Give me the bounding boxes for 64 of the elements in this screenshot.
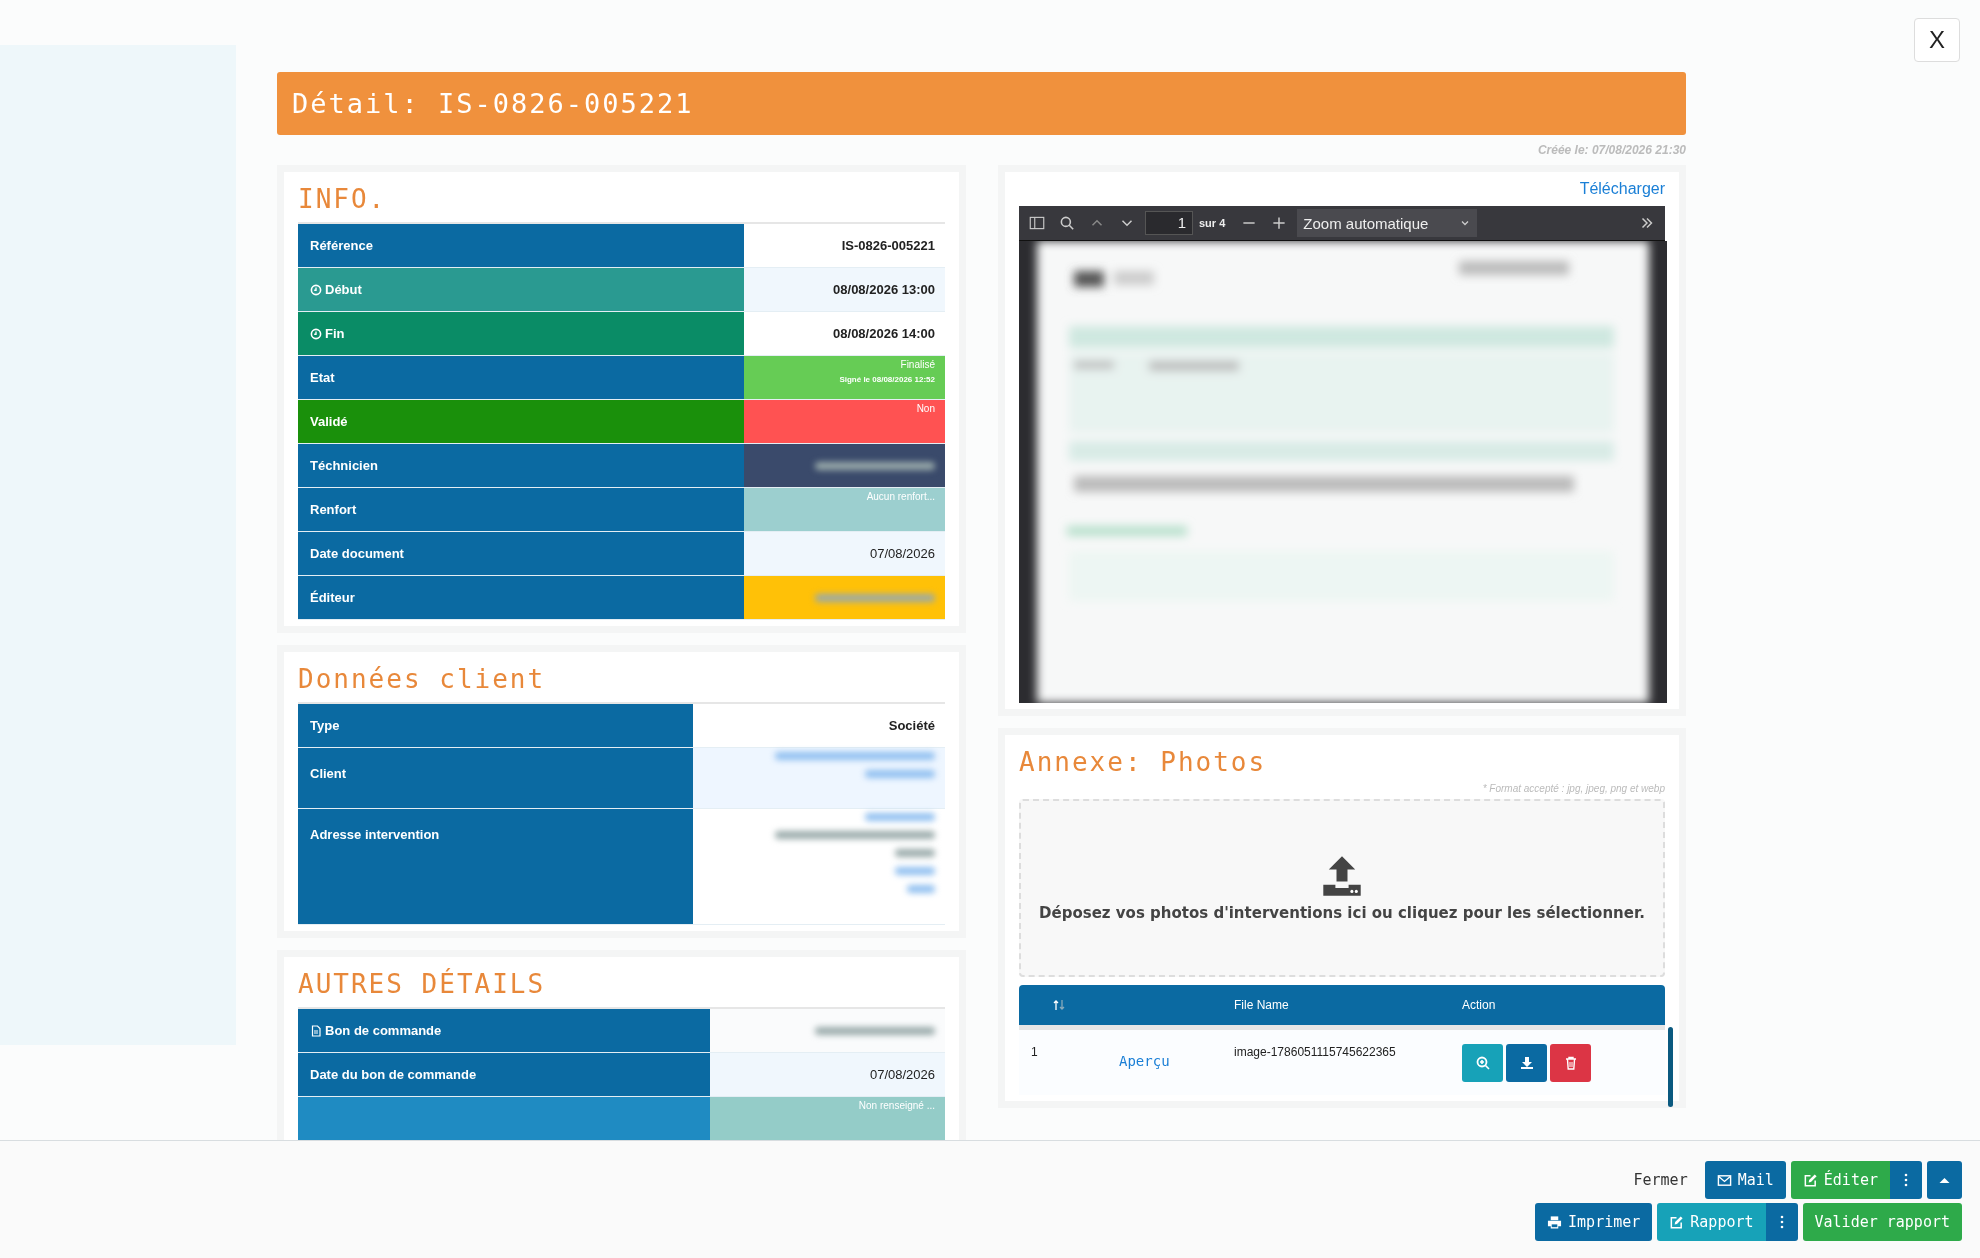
- collapse-button[interactable]: [1927, 1161, 1962, 1199]
- zoom-select[interactable]: Zoom automatique: [1297, 209, 1478, 237]
- value-cell-text: Société: [887, 717, 936, 735]
- kebab-icon: [1779, 1215, 1784, 1229]
- download-icon: [1518, 1055, 1535, 1071]
- drop-zone[interactable]: Déposez vos photos d'interventions ici ou cliquez pour les sélectionner.: [1019, 799, 1665, 977]
- label-text: Validé: [310, 414, 348, 429]
- upload-icon: [1320, 854, 1364, 898]
- value-cell: 07/08/2026: [710, 1053, 945, 1096]
- zoom-in-icon: [1474, 1055, 1491, 1071]
- edit-icon: [1802, 1172, 1818, 1188]
- label-text: Renfort: [310, 502, 357, 517]
- drop-instructions: Déposez vos photos d'interventions ici ou cliquez pour les sélectionner.: [1039, 904, 1645, 922]
- created-date: Créée le: 07/08/2026 21:30: [1537, 143, 1686, 157]
- modal-title: Détail: IS-0826-005221: [292, 88, 694, 119]
- close-button[interactable]: X: [1914, 18, 1960, 62]
- edit-icon: [1669, 1214, 1685, 1230]
- label-text: Bon de commande: [325, 1023, 442, 1038]
- label-text: Type: [310, 718, 340, 733]
- value-cell: Aucun renfort...: [744, 488, 945, 531]
- file-name: image-1786051115745622365: [1234, 1045, 1396, 1059]
- label-text: Date document: [310, 546, 404, 561]
- file-icon: [310, 1024, 322, 1037]
- download-link[interactable]: Télécharger: [1579, 180, 1665, 197]
- value-cell-text: 08/08/2026 14:00: [832, 325, 936, 343]
- label-text: Etat: [310, 370, 335, 385]
- row-number: 1: [1031, 1045, 1038, 1059]
- value-cell: 07/08/2026: [744, 532, 945, 575]
- label-text: Date du bon de commande: [310, 1067, 477, 1082]
- action-button[interactable]: Mail: [1704, 1161, 1786, 1199]
- column-header: Action: [1462, 998, 1497, 1012]
- format-note: * Format accepté : jpg, jpeg, png et webp: [1481, 782, 1665, 796]
- value-cell: 08/08/2026 13:00: [744, 268, 945, 311]
- label-text: Début: [325, 282, 362, 297]
- delete-button[interactable]: [1550, 1044, 1591, 1082]
- envelope-icon: [1716, 1172, 1732, 1188]
- label-text: Adresse intervention: [310, 827, 440, 842]
- label-text: Éditeur: [310, 590, 355, 605]
- kebab-icon: [1904, 1173, 1908, 1187]
- label-text: Téchnicien: [310, 458, 378, 473]
- value-cell-text: IS-0826-005221: [840, 237, 936, 255]
- zoom-button[interactable]: [1462, 1044, 1503, 1082]
- page-number-field[interactable]: 1: [1145, 211, 1193, 235]
- clock-icon: [310, 283, 322, 296]
- value-cell: Non: [744, 400, 945, 443]
- value-cell: Non renseigné ...: [710, 1097, 945, 1140]
- label-text: Client: [310, 766, 347, 781]
- value-cell: Finalisé Signé le 08/08/2026 12:52: [744, 356, 945, 399]
- action-button[interactable]: Imprimer: [1535, 1203, 1653, 1241]
- action-button[interactable]: Éditer: [1790, 1161, 1890, 1199]
- label-text: Fin: [325, 326, 345, 341]
- printer-icon: [1547, 1214, 1563, 1230]
- download-button[interactable]: [1506, 1044, 1547, 1082]
- action-button[interactable]: Rapport: [1657, 1203, 1766, 1241]
- page-count: sur 4: [1199, 217, 1226, 229]
- scrollbar[interactable]: [1668, 1027, 1673, 1107]
- clock-icon: [310, 327, 322, 340]
- label-text: Référence: [310, 238, 373, 253]
- action-button[interactable]: Valider rapport: [1802, 1203, 1962, 1241]
- preview-link[interactable]: Aperçu: [1119, 1053, 1170, 1069]
- section-title: Annexe: Photos: [1019, 746, 1268, 777]
- close-link[interactable]: Fermer: [1621, 1171, 1700, 1189]
- sort-icon[interactable]: [1052, 998, 1066, 1012]
- column-header: File Name: [1234, 998, 1290, 1012]
